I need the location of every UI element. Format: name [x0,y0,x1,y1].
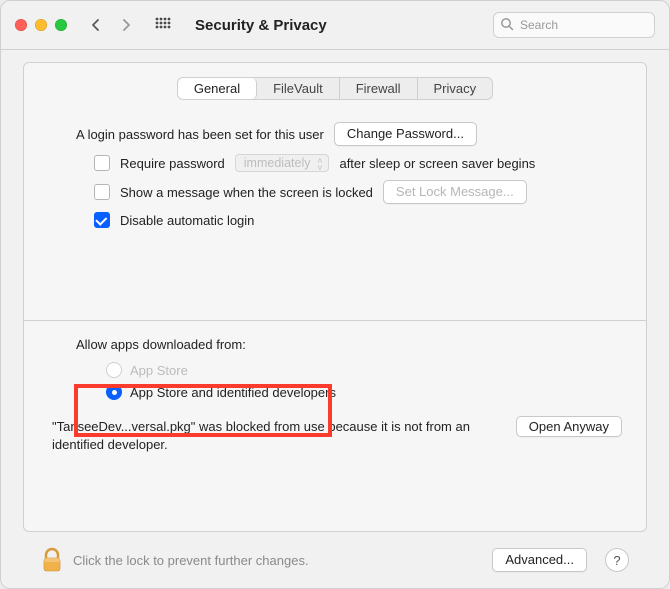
tab-firewall[interactable]: Firewall [340,78,418,99]
disable-auto-login-row: Disable automatic login [48,212,622,228]
back-button[interactable] [85,11,107,39]
require-password-delay-select: immediately ˄˅ [235,154,330,172]
show-message-checkbox[interactable] [94,184,110,200]
tab-filevault[interactable]: FileVault [257,78,340,99]
show-message-label: Show a message when the screen is locked [120,185,373,200]
radio-row-identified: App Store and identified developers [106,384,622,400]
section-divider [24,320,646,321]
grid-icon [155,17,171,33]
body: General FileVault Firewall Privacy A log… [1,50,669,588]
radio-identified-developers[interactable] [106,384,122,400]
set-lock-message-button: Set Lock Message... [383,180,527,204]
footer: Click the lock to prevent further change… [23,532,647,588]
disable-auto-login-checkbox[interactable] [94,212,110,228]
tabbar: General FileVault Firewall Privacy [177,77,493,100]
blocked-app-row: "TanseeDev...versal.pkg" was blocked fro… [48,418,622,453]
help-button[interactable]: ? [605,548,629,572]
settings-panel: General FileVault Firewall Privacy A log… [23,62,647,532]
forward-button[interactable] [115,11,137,39]
window-title: Security & Privacy [195,17,327,34]
require-password-checkbox[interactable] [94,155,110,171]
minimize-window-button[interactable] [35,19,47,31]
search-icon [500,17,514,31]
tabs: General FileVault Firewall Privacy [48,77,622,100]
disable-auto-login-label: Disable automatic login [120,213,254,228]
change-password-button[interactable]: Change Password... [334,122,477,146]
search-wrap [493,12,655,38]
allow-apps-radio-group: App Store App Store and identified devel… [48,362,622,400]
blocked-app-text: "TanseeDev...versal.pkg" was blocked fro… [52,418,502,453]
chevron-up-down-icon: ˄˅ [317,158,322,172]
radio-app-store [106,362,122,378]
radio-app-store-label: App Store [130,363,188,378]
lock-text: Click the lock to prevent further change… [73,553,309,568]
advanced-button[interactable]: Advanced... [492,548,587,572]
radio-row-app-store: App Store [106,362,622,378]
traffic-lights [15,19,67,31]
show-message-row: Show a message when the screen is locked… [48,180,622,204]
show-all-button[interactable] [149,17,177,33]
radio-identified-developers-label: App Store and identified developers [130,385,336,400]
require-password-delay-value: immediately [244,156,311,170]
open-anyway-button[interactable]: Open Anyway [516,416,622,437]
search-input[interactable] [493,12,655,38]
zoom-window-button[interactable] [55,19,67,31]
lock-icon[interactable] [41,547,63,573]
allow-apps-label: Allow apps downloaded from: [48,337,622,352]
require-password-row: Require password immediately ˄˅ after sl… [48,154,622,172]
login-password-row: A login password has been set for this u… [48,122,622,146]
chevron-left-icon [91,18,101,32]
titlebar: Security & Privacy [1,1,669,49]
login-password-label: A login password has been set for this u… [76,127,324,142]
tab-general[interactable]: General [178,78,257,99]
tab-privacy[interactable]: Privacy [418,78,493,99]
require-password-suffix: after sleep or screen saver begins [339,156,535,171]
chevron-right-icon [121,18,131,32]
preferences-window: Security & Privacy General FileVault Fir… [0,0,670,589]
require-password-label: Require password [120,156,225,171]
close-window-button[interactable] [15,19,27,31]
